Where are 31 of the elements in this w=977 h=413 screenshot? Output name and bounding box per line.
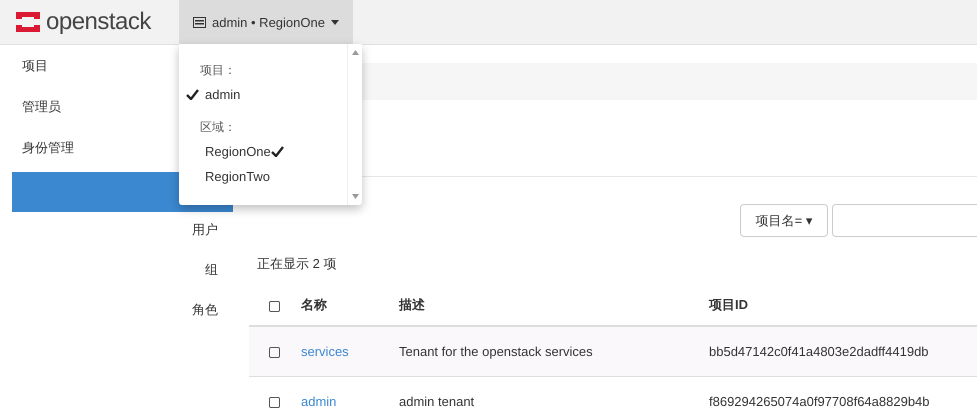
column-header: 名称 bbox=[301, 297, 327, 312]
scroll-up-icon[interactable] bbox=[352, 50, 358, 55]
menu-heading: 项目： bbox=[199, 62, 237, 79]
menu-item[interactable]: admin bbox=[179, 82, 346, 107]
logo-icon bbox=[14, 10, 42, 34]
row-checkbox[interactable] bbox=[269, 347, 280, 358]
menu-item[interactable]: RegionOne bbox=[179, 139, 346, 164]
project-link[interactable]: admin bbox=[301, 394, 336, 409]
table-cell: bb5d47142c0f41a4803e2dadff4419db bbox=[709, 344, 929, 359]
project-link[interactable]: services bbox=[301, 344, 349, 359]
column-header: 项目ID bbox=[709, 297, 748, 312]
menu-heading: 区域： bbox=[199, 119, 237, 136]
server-icon bbox=[193, 16, 206, 28]
filter-input[interactable] bbox=[832, 204, 977, 237]
scroll-down-icon[interactable] bbox=[352, 194, 358, 199]
menu-item[interactable]: RegionTwo bbox=[179, 164, 346, 189]
table-cell: Tenant for the openstack services bbox=[399, 344, 593, 359]
item-count: 正在显示 2 项 bbox=[257, 255, 338, 273]
column-header: 描述 bbox=[399, 297, 425, 312]
scrollbar[interactable] bbox=[347, 44, 362, 205]
filter-field-button[interactable]: 项目名= ▾ bbox=[740, 204, 828, 237]
select-all-checkbox[interactable] bbox=[269, 300, 280, 312]
table-cell: admin tenant bbox=[399, 394, 474, 409]
table-cell: f869294265074a0f97708f64a8829b4b bbox=[709, 394, 930, 409]
sidebar-subitem[interactable]: 角色 bbox=[0, 292, 218, 332]
logo-text: openstack bbox=[46, 8, 151, 36]
row-checkbox[interactable] bbox=[269, 397, 280, 408]
sidebar-subitem[interactable]: 组 bbox=[0, 252, 218, 292]
sidebar-subitem[interactable]: 用户 bbox=[0, 212, 218, 252]
caret-icon bbox=[330, 20, 339, 24]
context-dropdown[interactable]: admin • RegionOne bbox=[179, 0, 353, 44]
